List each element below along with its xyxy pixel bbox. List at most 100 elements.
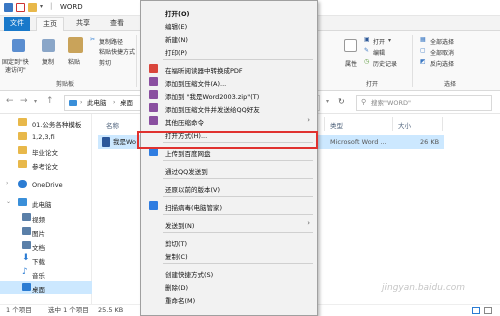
details-view-icon[interactable]	[472, 307, 480, 314]
menu-item-label: 发送到(N)	[165, 222, 195, 230]
nav-item-documents[interactable]: 文档	[0, 239, 92, 252]
music-icon: ♪	[22, 267, 28, 277]
cut-button[interactable]: 剪切	[99, 58, 111, 67]
paste-button[interactable]: 粘贴	[68, 57, 80, 66]
tab-home[interactable]: 主页	[36, 17, 64, 31]
folder-icon[interactable]	[28, 3, 37, 12]
select-all-icon[interactable]: ▦	[420, 36, 426, 43]
nav-item-desktop[interactable]: 桌面	[0, 281, 92, 294]
copy-button[interactable]: 复制	[42, 57, 54, 66]
column-divider[interactable]	[442, 117, 443, 131]
column-header-name[interactable]: 名称	[106, 120, 119, 130]
open-icon[interactable]: ▣	[364, 36, 370, 43]
cut-icon[interactable]: ✂	[90, 36, 95, 43]
paste-shortcut-button[interactable]: 粘贴快捷方式	[99, 47, 135, 56]
nav-item-label: 音乐	[32, 272, 45, 280]
select-none-icon[interactable]: ▢	[420, 47, 426, 54]
save-icon[interactable]	[4, 3, 13, 12]
invert-select-icon[interactable]: ◩	[420, 58, 426, 65]
nav-item-label: 参考论文	[32, 163, 58, 171]
search-icon: ⚲	[361, 98, 367, 106]
back-arrow-icon[interactable]: ←	[6, 96, 14, 106]
menu-item[interactable]: 创建快捷方式(S)	[141, 266, 317, 279]
tab-view[interactable]: 查看	[104, 17, 130, 31]
menu-item-label: 剪切(T)	[165, 240, 188, 248]
menu-item[interactable]: 新建(N)	[141, 31, 317, 44]
nav-item-videos[interactable]: 视频	[0, 211, 92, 224]
large-icons-view-icon[interactable]	[484, 307, 492, 314]
edit-icon[interactable]: ✎	[364, 47, 369, 54]
column-header-size[interactable]: 大小	[398, 120, 411, 130]
breadcrumb-this-pc[interactable]: 此电脑	[87, 100, 107, 107]
menu-item[interactable]: 打印(P)	[141, 44, 317, 57]
select-all-button[interactable]: 全部选择	[430, 37, 454, 46]
menu-item[interactable]: 删除(D)	[141, 279, 317, 292]
quick-access-dropdown-icon[interactable]: ▾	[40, 4, 43, 10]
menu-item[interactable]: 添加到压缩文件(A)...	[141, 75, 317, 88]
copy-path-button[interactable]: 复制路径	[99, 37, 123, 46]
menu-item[interactable]: 通过QQ发送到	[141, 163, 317, 176]
nav-item-this-pc[interactable]: ⌄ 此电脑	[0, 196, 92, 209]
nav-item-label: 视频	[32, 216, 45, 224]
nav-item-folder-123[interactable]: 1,2,3,fi	[0, 130, 92, 143]
pin-quick-access-label-2[interactable]: 速访问"	[5, 65, 26, 74]
pin-icon[interactable]	[12, 39, 25, 52]
column-divider[interactable]	[324, 117, 325, 131]
menu-separator	[163, 263, 313, 264]
history-button[interactable]: 历史记录	[373, 59, 397, 68]
recent-dropdown-icon[interactable]: ▾	[34, 98, 37, 105]
breadcrumb-separator-icon[interactable]: ›	[113, 100, 115, 106]
ribbon-divider	[136, 35, 137, 87]
nav-item-pictures[interactable]: 图片	[0, 225, 92, 238]
invert-select-button[interactable]: 反向选择	[430, 59, 454, 68]
address-dropdown-icon[interactable]: ▾	[326, 98, 329, 105]
column-header-type[interactable]: 类型	[330, 120, 343, 130]
column-divider[interactable]	[392, 117, 393, 131]
breadcrumb-separator-icon[interactable]: ›	[80, 100, 82, 106]
properties-button[interactable]: 属性	[345, 59, 357, 68]
nav-item-folder-references[interactable]: 参考论文	[0, 158, 92, 171]
menu-item[interactable]: 编辑(E)	[141, 18, 317, 31]
menu-item-label: 扫描病毒(电脑管家)	[165, 204, 223, 212]
nav-item-folder-thesis[interactable]: 毕业论文	[0, 144, 92, 157]
up-arrow-icon[interactable]: ↑	[46, 96, 54, 106]
forward-arrow-icon[interactable]: →	[20, 96, 28, 106]
menu-item[interactable]: 剪切(T)	[141, 235, 317, 248]
select-none-button[interactable]: 全部取消	[430, 48, 454, 57]
menu-item[interactable]: 发送到(N) ›	[141, 217, 317, 230]
history-icon[interactable]: ◷	[364, 58, 369, 65]
menu-item[interactable]: 打开(O)	[141, 5, 317, 18]
nav-item-music[interactable]: ♪ 音乐	[0, 267, 92, 281]
item-count: 1 个项目	[6, 306, 32, 314]
menu-item[interactable]: 在福昕阅读器中转换成PDF	[141, 62, 317, 75]
file-size: 26 KB	[420, 138, 440, 146]
menu-item[interactable]: 其他压缩命令 ›	[141, 114, 317, 127]
menu-item[interactable]: 重命名(M)	[141, 292, 317, 305]
expand-chevron-icon[interactable]: ›	[6, 180, 8, 187]
search-input[interactable]: ⚲ 搜索"WORD"	[356, 95, 492, 111]
edit-button[interactable]: 编辑	[373, 48, 385, 57]
tab-file[interactable]: 文件	[4, 17, 30, 31]
folder-icon	[18, 146, 27, 154]
context-menu: 打开(O) 编辑(E) 新建(N) 打印(P) 在福昕阅读器中转换成PDF 添加到压缩文件…	[140, 0, 318, 316]
tab-share[interactable]: 共享	[70, 17, 96, 31]
menu-item[interactable]: 添加到压缩文件并发送给QQ好友	[141, 101, 317, 114]
breadcrumb-desktop[interactable]: 桌面	[120, 100, 133, 107]
refresh-icon[interactable]: ↻	[338, 97, 345, 106]
menu-item[interactable]: 添加到 "我是Word2003.zip"(T)	[141, 88, 317, 101]
properties-icon[interactable]	[16, 3, 25, 12]
properties-icon[interactable]	[344, 39, 357, 52]
open-dropdown-icon[interactable]: ▾	[388, 37, 391, 44]
menu-item[interactable]: 还原以前的版本(V)	[141, 181, 317, 194]
menu-item[interactable]: 扫描病毒(电脑管家)	[141, 199, 317, 212]
nav-item-onedrive[interactable]: › OneDrive	[0, 178, 92, 191]
nav-item-downloads[interactable]: ⬇ 下载	[0, 253, 92, 267]
menu-item-label: 创建快捷方式(S)	[165, 271, 214, 279]
menu-item[interactable]: 复制(C)	[141, 248, 317, 261]
open-button[interactable]: 打开	[373, 37, 385, 46]
paste-icon[interactable]	[68, 37, 83, 53]
copy-icon[interactable]	[42, 39, 55, 52]
collapse-chevron-icon[interactable]: ⌄	[6, 198, 11, 205]
menu-item-label: 删除(D)	[165, 284, 189, 292]
nav-item-folder-templates[interactable]: 01.公务各种模板	[0, 116, 92, 129]
